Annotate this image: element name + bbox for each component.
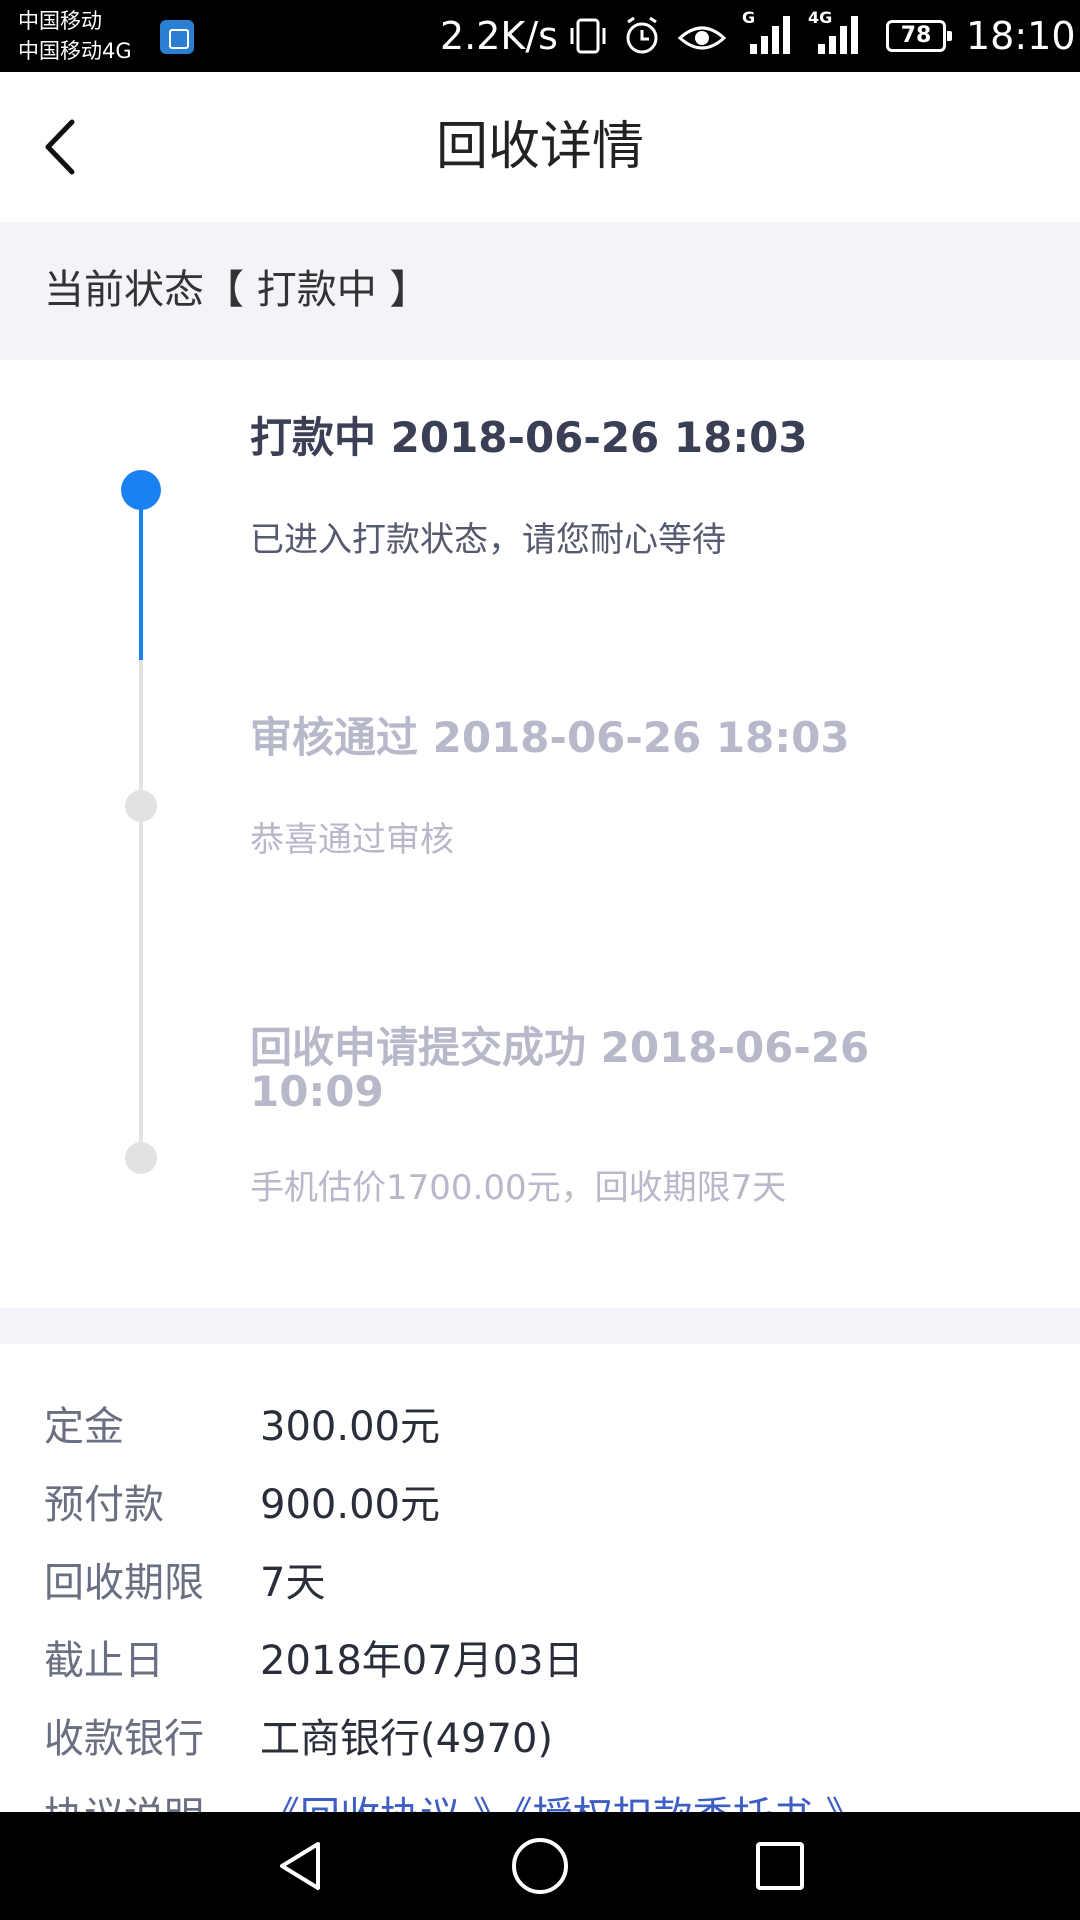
timeline-item-desc: 手机估价1700.00元，回收期限7天 [250, 1168, 787, 1208]
detail-value: 900.00元 [260, 1482, 440, 1528]
detail-value: 工商银行(4970) [260, 1716, 554, 1762]
page: 中国移动 中国移动4G 2.2K/s G 4G 78 18:10 回收详情 当前… [0, 0, 1080, 1920]
timeline-item-title: 打款中 2018-06-26 18:03 [250, 413, 808, 462]
page-title: 回收详情 [435, 117, 644, 177]
detail-row-deadline: 截止日 2018年07月03日 [0, 1622, 1080, 1700]
alarm-icon [622, 14, 662, 69]
signal-icon-2 [818, 14, 864, 54]
sim-card-icon [160, 20, 194, 54]
detail-row-agreement: 协议说明 《回收协议 》《授权扣款委托书 》 [0, 1778, 1080, 1812]
signal-icon [750, 14, 796, 54]
carrier-info: 中国移动 中国移动4G [18, 6, 132, 66]
timeline-item-title: 回收申请提交成功 2018-06-26 10:09 [250, 1026, 950, 1114]
details-section: 定金 300.00元 预付款 900.00元 回收期限 7天 截止日 2018年… [0, 1344, 1080, 1812]
nav-back-icon[interactable] [270, 1836, 330, 1896]
detail-label: 定金 [44, 1404, 124, 1450]
timeline-item-title: 审核通过 2018-06-26 18:03 [250, 713, 850, 762]
timeline-dot [125, 790, 157, 822]
detail-label: 协议说明 [44, 1790, 204, 1812]
detail-label: 截止日 [44, 1638, 164, 1684]
timeline-dot [125, 1142, 157, 1174]
status-section: 当前状态【 打款中 】 [0, 222, 1080, 360]
timeline-line-active [139, 488, 143, 660]
eye-icon [676, 14, 728, 67]
recycle-agreement-link[interactable]: 《回收协议 》 [260, 1794, 513, 1812]
detail-row-deposit: 定金 300.00元 [0, 1388, 1080, 1466]
carrier-2: 中国移动4G [18, 39, 132, 63]
agreement-links: 《回收协议 》《授权扣款委托书 》 [260, 1790, 865, 1812]
timeline: 打款中 2018-06-26 18:03 已进入打款状态，请您耐心等待 审核通过… [0, 360, 1080, 1308]
timeline-item-desc: 已进入打款状态，请您耐心等待 [250, 520, 726, 560]
nav-bar [0, 1812, 1080, 1920]
carrier-1: 中国移动 [18, 9, 102, 33]
detail-label: 收款银行 [44, 1716, 204, 1762]
timeline-dot-active [121, 470, 161, 510]
detail-row-prepayment: 预付款 900.00元 [0, 1466, 1080, 1544]
detail-value: 2018年07月03日 [260, 1638, 584, 1684]
status-bar: 中国移动 中国移动4G 2.2K/s G 4G 78 18:10 [0, 0, 1080, 72]
detail-label: 回收期限 [44, 1560, 204, 1606]
debit-authorization-link[interactable]: 《授权扣款委托书 》 [513, 1794, 866, 1812]
clock: 18:10 [966, 14, 1076, 58]
detail-row-period: 回收期限 7天 [0, 1544, 1080, 1622]
net-speed: 2.2K/s [440, 14, 558, 58]
detail-label: 预付款 [44, 1482, 164, 1528]
nav-home-icon[interactable] [510, 1836, 570, 1896]
timeline-item-desc: 恭喜通过审核 [250, 820, 454, 860]
detail-row-bank: 收款银行 工商银行(4970) [0, 1700, 1080, 1778]
detail-value: 300.00元 [260, 1404, 440, 1450]
timeline-item-title-line1: 回收申请提交成功 2018-06-26 [250, 1023, 870, 1072]
timeline-line-inactive [139, 660, 143, 1160]
timeline-item-title-line2: 10:09 [250, 1067, 384, 1116]
header: 回收详情 [0, 72, 1080, 222]
detail-value: 7天 [260, 1560, 326, 1606]
battery-icon: 78 [886, 20, 952, 52]
nav-recent-icon[interactable] [750, 1836, 810, 1896]
section-divider [0, 1308, 1080, 1344]
vibrate-icon [568, 14, 608, 69]
current-status: 当前状态【 打款中 】 [44, 267, 430, 313]
